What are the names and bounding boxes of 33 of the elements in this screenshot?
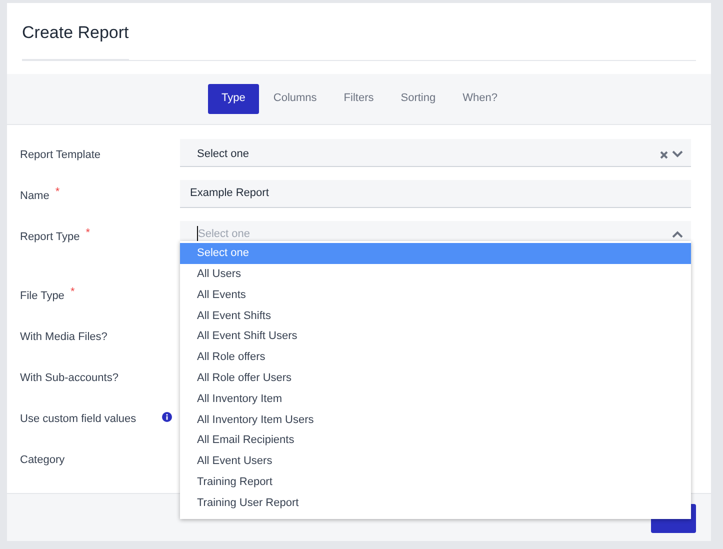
clear-icon[interactable]: [660, 150, 668, 158]
required-asterisk: *: [86, 228, 90, 238]
chevron-up-icon[interactable]: [672, 230, 683, 238]
dropdown-option[interactable]: All Event Shift Users: [180, 326, 691, 347]
field-label: Report Type: [20, 230, 80, 244]
chevron-down-icon[interactable]: [672, 150, 683, 158]
tab[interactable]: Type: [208, 84, 260, 114]
dropdown-option[interactable]: All Inventory Item Users: [180, 409, 691, 430]
dropdown-option[interactable]: All Users: [180, 264, 691, 285]
template-select[interactable]: Select one: [180, 138, 691, 166]
field-label: Category: [20, 452, 65, 468]
field-label: Use custom field values: [20, 412, 136, 426]
required-asterisk: *: [55, 186, 60, 198]
required-asterisk: *: [70, 286, 75, 298]
dropdown-option[interactable]: All Events: [180, 284, 691, 306]
field-label: File Type: [20, 288, 64, 304]
dropdown-option[interactable]: Training Report: [180, 472, 691, 493]
tab[interactable]: Columns: [260, 84, 330, 114]
dropdown-option[interactable]: All Inventory Item: [180, 388, 691, 410]
dropdown-option[interactable]: All Event Users: [180, 450, 691, 472]
tab[interactable]: When?: [450, 84, 510, 114]
field-label: Name: [20, 188, 50, 204]
dropdown-option[interactable]: All Role offer Users: [180, 368, 691, 389]
field-label: Report Template: [20, 148, 101, 162]
tab[interactable]: Sorting: [388, 84, 449, 114]
field-label: With Sub-accounts?: [20, 370, 118, 386]
tab[interactable]: Filters: [330, 84, 387, 114]
name-field[interactable]: Example Report: [180, 180, 691, 208]
field-label: With Media Files?: [20, 330, 108, 344]
dropdown-option[interactable]: All Event Shifts: [180, 305, 691, 326]
page-title: Create Report: [22, 20, 129, 60]
dropdown-option[interactable]: All Email Recipients: [180, 430, 691, 451]
dropdown-option[interactable]: All Role offers: [180, 346, 691, 368]
